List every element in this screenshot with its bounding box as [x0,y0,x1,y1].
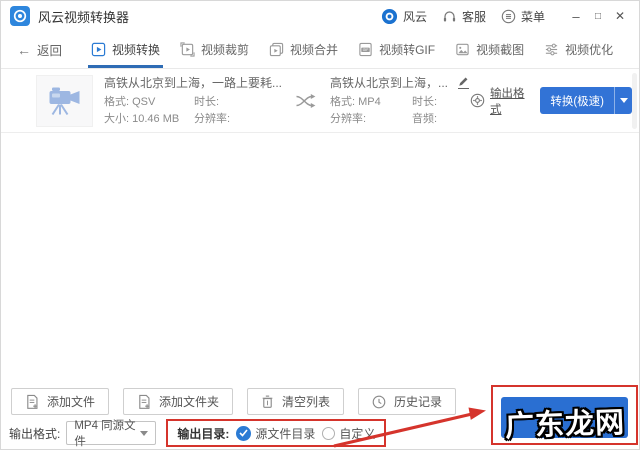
output-format: 格式: MP4 [330,94,412,111]
back-label: 返回 [37,40,62,59]
tab-video-convert[interactable]: 视频转换 [88,31,163,68]
scrollbar[interactable] [632,73,637,129]
close-button[interactable]: ✕ [609,9,631,23]
app-window: 风云视频转换器 风云 客服 菜单 – □ ✕ ← [0,0,640,450]
source-format: 格式: QSV [104,94,194,111]
history-label: 历史记录 [394,393,442,410]
clock-icon [372,395,386,409]
source-file-info: 高铁从北京到上海，一路上要耗... 格式: QSV 时长: 大小: 10.46 … [104,74,282,128]
convert-all-button[interactable] [501,397,628,438]
support-button[interactable]: 客服 [442,8,486,25]
app-title: 风云视频转换器 [38,7,129,26]
play-square-icon [91,42,106,57]
crop-play-icon [180,42,195,57]
output-format-link-label: 输出格式 [490,85,527,117]
svg-text:GIF: GIF [363,48,369,52]
tab-label: 视频转换 [112,41,160,58]
app-logo-icon [10,6,30,26]
output-duration: 时长: [412,94,437,111]
convert-button-label[interactable]: 转换(极速) [540,87,615,114]
add-file-label: 添加文件 [47,393,95,410]
support-label: 客服 [462,8,486,25]
add-folder-icon [137,394,151,409]
menu-icon [501,9,516,24]
tab-video-merge[interactable]: 视频合并 [266,31,341,68]
add-folder-label: 添加文件夹 [159,393,219,410]
radio-custom-label: 自定义 [339,425,375,442]
clear-list-button[interactable]: 清空列表 [247,388,344,415]
tab-label: 视频裁剪 [201,41,249,58]
chevron-down-icon [620,98,628,103]
tab-video-screenshot[interactable]: 视频截图 [452,31,527,68]
video-camera-icon [47,85,83,117]
trash-icon [261,394,274,409]
titlebar: 风云视频转换器 风云 客服 菜单 – □ ✕ [1,1,639,31]
minimize-button[interactable]: – [565,9,587,24]
tab-video-optimize[interactable]: 视频优化 [541,31,616,68]
radio-checked-icon [236,426,251,441]
gear-icon [470,93,485,108]
edit-name-icon[interactable] [458,76,469,89]
clear-list-label: 清空列表 [282,393,330,410]
radio-unchecked-icon [322,427,335,440]
image-icon [455,42,470,57]
tab-video-trim[interactable]: 视频裁剪 [177,31,252,68]
output-directory-label: 输出目录: [177,425,229,442]
actions-row: 添加文件 添加文件夹 清空列表 历史记录 [11,388,456,415]
maximize-button[interactable]: □ [587,11,609,22]
window-controls: – □ ✕ [565,9,631,24]
add-folder-button[interactable]: 添加文件夹 [123,388,233,415]
radio-custom-directory[interactable]: 自定义 [322,425,375,442]
output-file-title: 高铁从北京到上海，... [330,74,448,91]
source-duration: 时长: [194,94,219,111]
headset-icon [442,9,457,24]
output-format-link[interactable]: 输出格式 [470,85,527,117]
back-button[interactable]: ← 返回 [17,31,62,68]
tab-video-to-gif[interactable]: GIF 视频转GIF [355,31,438,68]
convert-direction [282,93,330,109]
shuffle-arrows-icon [295,93,317,109]
convert-split-button[interactable]: 转换(极速) [540,87,632,114]
nav-bar: ← 返回 视频转换 视频裁剪 视频合并 GIF 视频转GIF [1,31,639,69]
output-format-value: MP4 同源文件 [74,417,140,449]
output-settings-row: 输出格式: MP4 同源文件 输出目录: 源文件目录 自定义 [9,419,386,447]
source-size: 大小: 10.46 MB [104,111,194,128]
history-button[interactable]: 历史记录 [358,388,456,415]
gif-file-icon: GIF [358,42,373,57]
tab-label: 视频截图 [476,41,524,58]
radio-source-label: 源文件目录 [255,425,315,442]
tab-label: 视频合并 [290,41,338,58]
output-format-label: 输出格式: [9,425,60,442]
back-arrow-icon: ← [17,42,31,58]
output-format-select[interactable]: MP4 同源文件 [66,421,156,445]
video-thumbnail [36,75,93,127]
output-file-info: 高铁从北京到上海，... 格式: MP4 时长: 分辨率: 音频: [330,74,470,128]
menu-label: 菜单 [521,8,545,25]
radio-source-directory[interactable]: 源文件目录 [236,425,315,442]
add-file-icon [25,394,39,409]
brand-label: 风云 [403,8,427,25]
output-audio: 音频: [412,111,437,128]
file-list-empty-area [1,133,639,379]
output-resolution: 分辨率: [330,111,412,128]
source-resolution: 分辨率: [194,111,230,128]
convert-dropdown[interactable] [615,87,632,114]
sliders-icon [544,42,559,57]
source-file-title: 高铁从北京到上海，一路上要耗... [104,74,282,91]
chevron-down-icon [140,431,148,436]
menu-button[interactable]: 菜单 [501,8,545,25]
brand-button[interactable]: 风云 [381,8,427,25]
merge-play-icon [269,42,284,57]
output-directory-group: 输出目录: 源文件目录 自定义 [166,419,386,447]
brand-logo-icon [381,8,398,25]
add-file-button[interactable]: 添加文件 [11,388,109,415]
tab-label: 视频优化 [565,41,613,58]
file-list-row[interactable]: 高铁从北京到上海，一路上要耗... 格式: QSV 时长: 大小: 10.46 … [1,69,639,133]
tab-label: 视频转GIF [379,41,435,58]
